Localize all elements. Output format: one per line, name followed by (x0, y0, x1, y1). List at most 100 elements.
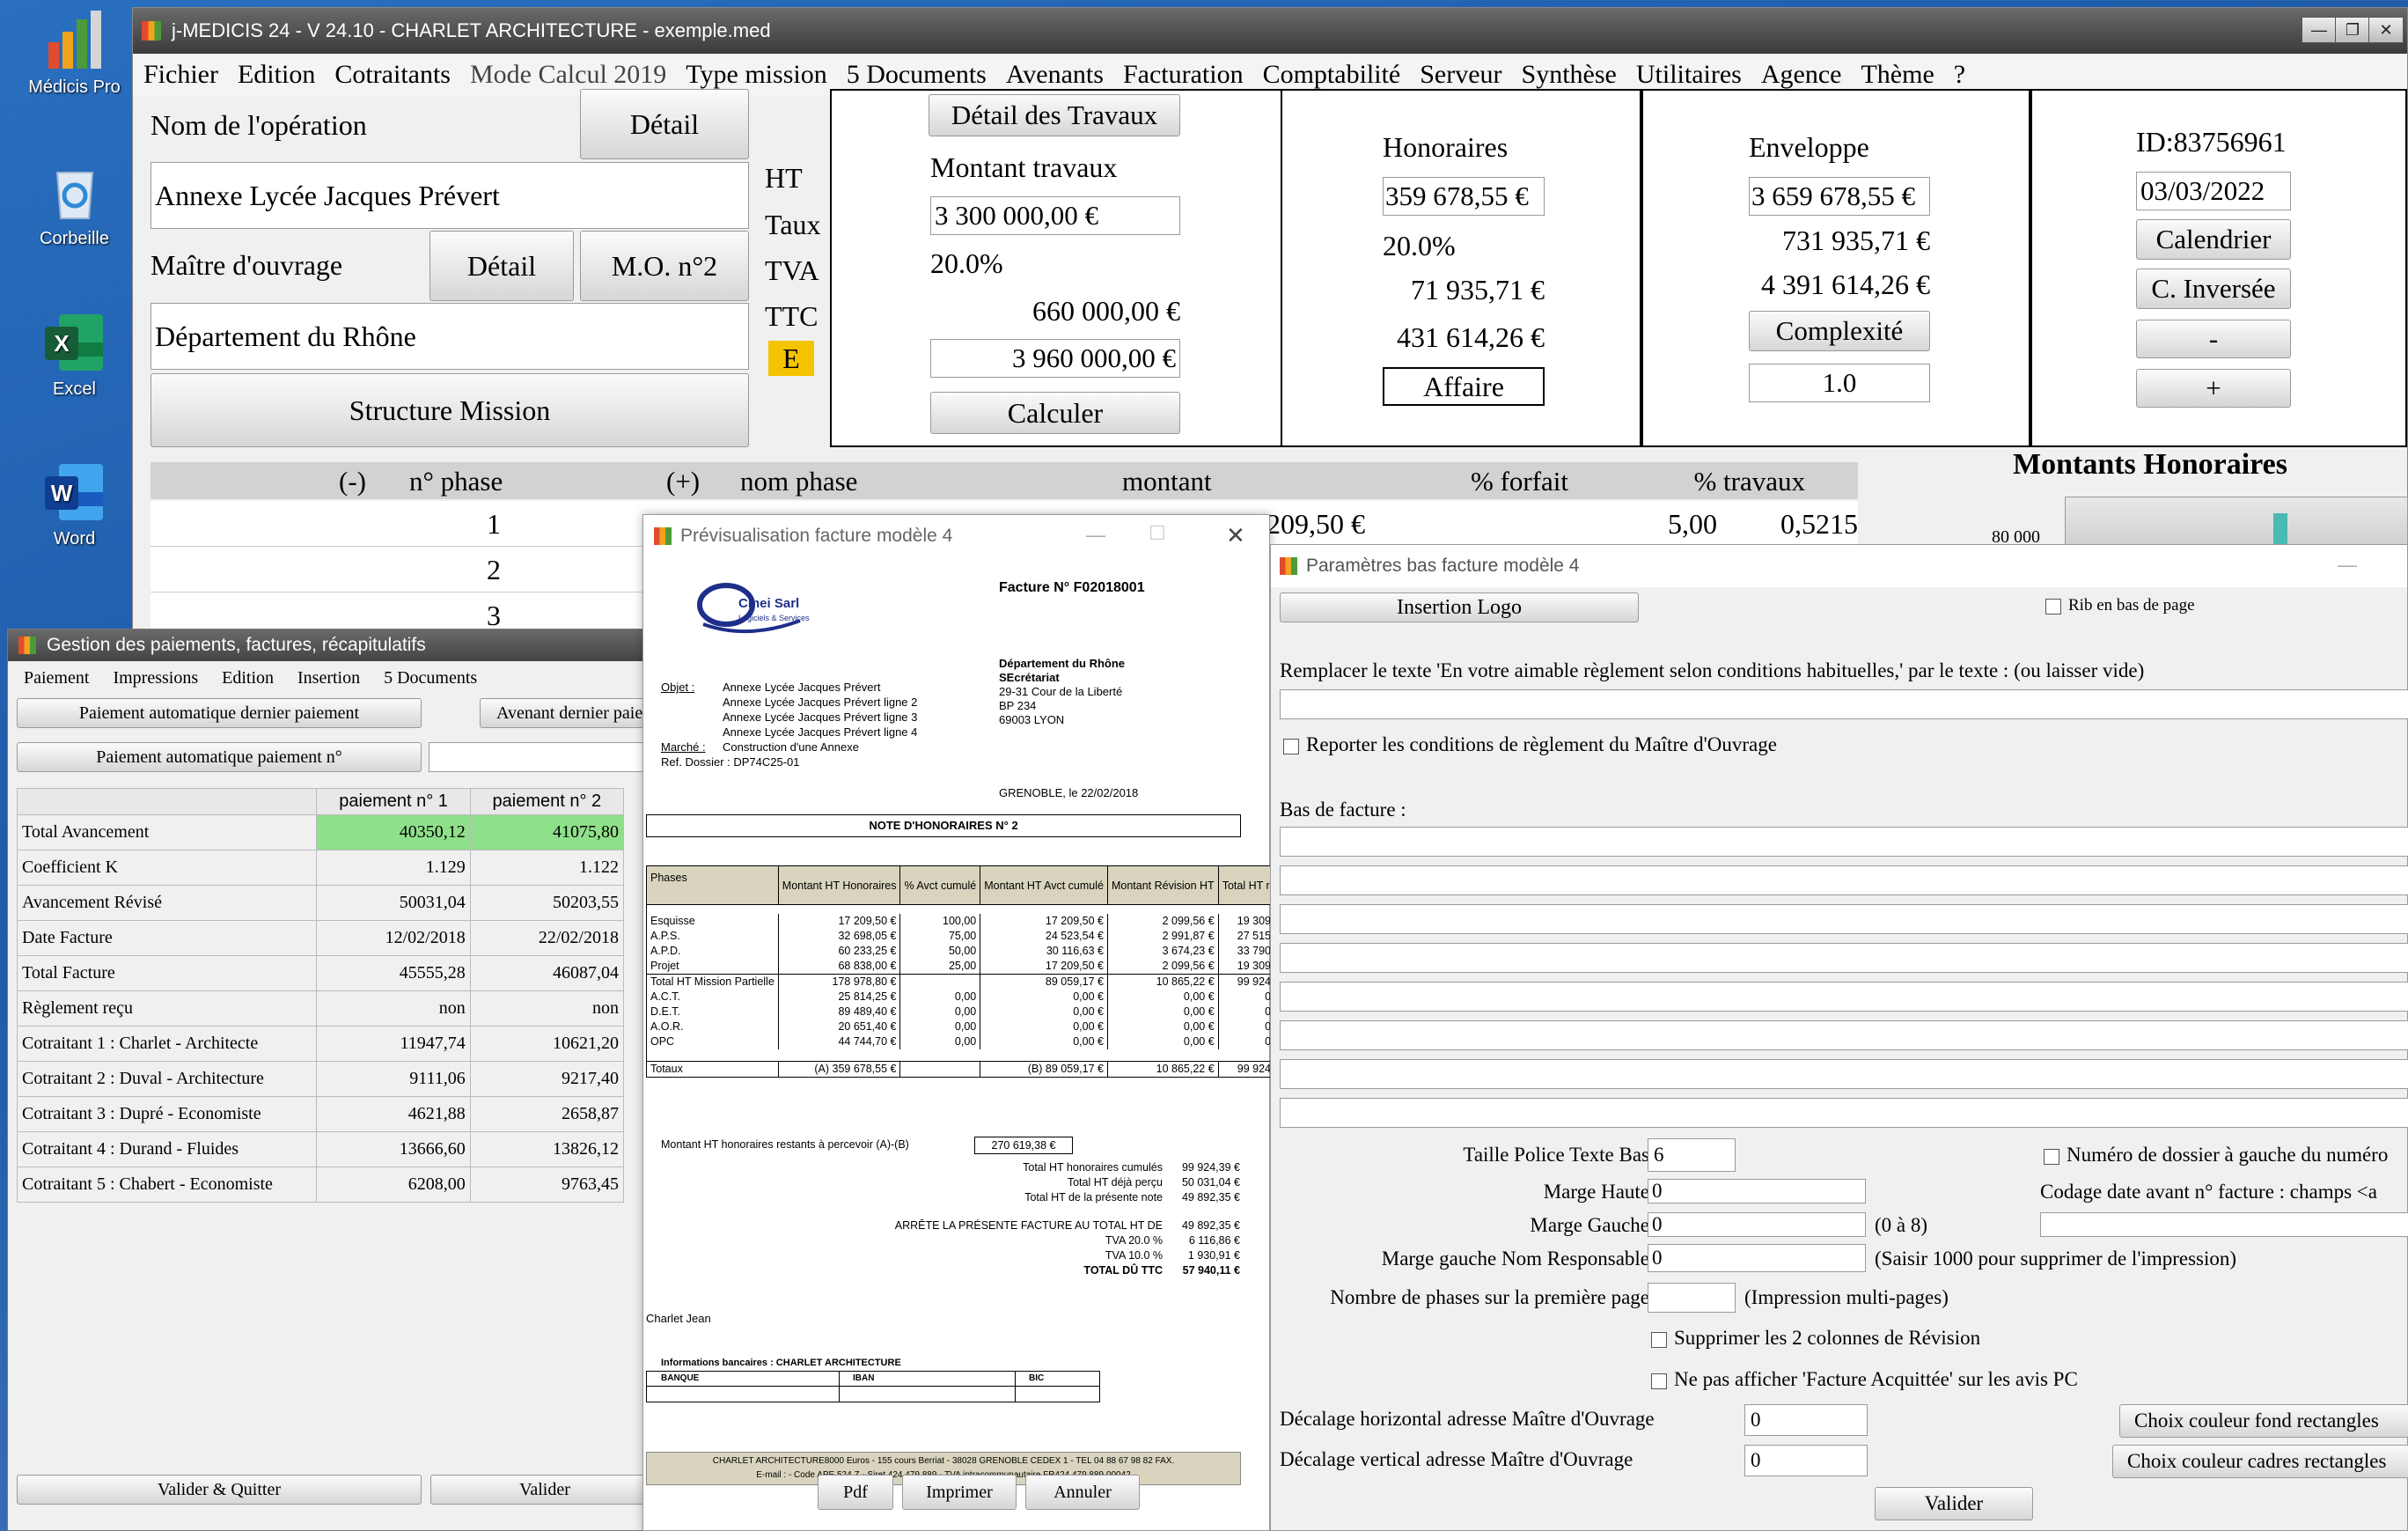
supprimer-checkbox-box[interactable] (1651, 1331, 1667, 1348)
close-button[interactable]: ✕ (2368, 17, 2404, 43)
table-row[interactable]: Règlement reçu non non (16, 990, 625, 1027)
cell[interactable]: 46087,04 (469, 955, 625, 991)
minimize-icon[interactable]: — (1086, 524, 1105, 547)
enveloppe-ht-field[interactable]: 3 659 678,55 € (1749, 177, 1930, 216)
menu-agence[interactable]: Agence (1761, 60, 1842, 90)
bas-facture-line-5[interactable] (1280, 982, 2408, 1012)
ne-pas-afficher-checkbox[interactable]: Ne pas afficher 'Facture Acquittée' sur … (1651, 1368, 2078, 1391)
phases-minus-header[interactable]: (-) (339, 466, 366, 497)
table-row[interactable]: Date Facture 12/02/2018 22/02/2018 (16, 920, 625, 956)
annuler-button[interactable]: Annuler (1025, 1475, 1140, 1510)
menu-utilitaires[interactable]: Utilitaires (1636, 60, 1742, 90)
desktop-icon-excel[interactable]: X Excel (19, 311, 129, 400)
calculer-button[interactable]: Calculer (930, 392, 1180, 434)
pdf-button[interactable]: Pdf (818, 1475, 893, 1510)
cell[interactable]: non (469, 990, 625, 1027)
cell[interactable]: 50203,55 (469, 885, 625, 921)
phases-plus-header[interactable]: (+) (666, 466, 700, 497)
bas-facture-line-3[interactable] (1280, 904, 2408, 934)
honoraires-ht-field[interactable]: 359 678,55 € (1383, 177, 1545, 216)
menu-comptabilite[interactable]: Comptabilité (1263, 60, 1401, 90)
minimize-button[interactable]: — (2302, 17, 2337, 43)
valider-quitter-button[interactable]: Valider & Quitter (17, 1475, 422, 1505)
bas-facture-line-1[interactable] (1280, 827, 2408, 857)
menu-documents[interactable]: 5 Documents (847, 60, 987, 90)
cell[interactable]: 45555,28 (316, 955, 471, 991)
bas-facture-line-7[interactable] (1280, 1059, 2408, 1089)
ne-pas-checkbox-box[interactable] (1651, 1373, 1667, 1389)
valider-button[interactable]: Valider (430, 1475, 659, 1505)
marge-gauche-input[interactable]: 0 (1648, 1212, 1866, 1237)
cell[interactable]: 13666,60 (316, 1131, 471, 1167)
bas-facture-line-6[interactable] (1280, 1020, 2408, 1050)
cell[interactable]: 1.122 (469, 850, 625, 886)
table-row[interactable]: Coefficient K 1.129 1.122 (16, 850, 625, 886)
menu-avenants[interactable]: Avenants (1006, 60, 1104, 90)
cell[interactable]: 6208,00 (316, 1167, 471, 1203)
auto-last-payment-button[interactable]: Paiement automatique dernier paiement (17, 698, 422, 728)
e-badge[interactable]: E (768, 341, 814, 376)
marge-haute-input[interactable]: 0 (1648, 1179, 1866, 1203)
complexite-field[interactable]: 1.0 (1749, 364, 1930, 402)
maximize-icon[interactable]: ☐ (1149, 522, 1166, 545)
menu-serveur[interactable]: Serveur (1420, 60, 1501, 90)
menu-help[interactable]: ? (1954, 60, 1965, 90)
structure-mission-button[interactable]: Structure Mission (150, 373, 749, 447)
replace-text-input[interactable] (1280, 689, 2408, 719)
decalage-v-input[interactable]: 0 (1744, 1445, 1868, 1476)
maximize-button[interactable]: ❐ (2335, 17, 2370, 43)
minus-button[interactable]: - (2136, 320, 2291, 358)
report-checkbox-box[interactable] (1283, 738, 1299, 754)
cell[interactable]: 13826,12 (469, 1131, 625, 1167)
menu-type-mission[interactable]: Type mission (686, 60, 826, 90)
couleur-fond-button[interactable]: Choix couleur fond rectangles (2119, 1404, 2408, 1438)
minimize-icon[interactable]: — (2338, 554, 2357, 577)
detail-travaux-button[interactable]: Détail des Travaux (929, 94, 1180, 136)
taille-police-input[interactable]: 6 (1648, 1138, 1736, 1172)
cell[interactable]: 11947,74 (316, 1026, 471, 1062)
menu-facturation[interactable]: Facturation (1123, 60, 1244, 90)
payment-n-input[interactable] (429, 742, 657, 772)
table-row[interactable]: Total Avancement 40350,12 41075,80 (16, 814, 625, 850)
numero-checkbox-box[interactable] (2044, 1148, 2059, 1165)
bas-facture-line-8[interactable] (1280, 1098, 2408, 1128)
menu-mode-calcul[interactable]: Mode Calcul 2019 (470, 60, 666, 90)
table-row[interactable]: Cotraitant 4 : Durand - Fluides 13666,60 1… (16, 1131, 625, 1167)
complexite-button[interactable]: Complexité (1749, 311, 1930, 351)
c-inversee-button[interactable]: C. Inversée (2136, 269, 2291, 309)
desktop-icon-recycle-bin[interactable]: Corbeille (19, 160, 129, 249)
nb-phases-input[interactable] (1648, 1283, 1736, 1313)
desktop-icon-word[interactable]: W Word (19, 460, 129, 549)
cell[interactable]: 50031,04 (316, 885, 471, 921)
bas-facture-line-2[interactable] (1280, 865, 2408, 895)
menu-edition[interactable]: Edition (238, 60, 315, 90)
date-field[interactable]: 03/03/2022 (2136, 172, 2291, 210)
bas-facture-line-4[interactable] (1280, 943, 2408, 973)
cell[interactable]: non (316, 990, 471, 1027)
table-row[interactable]: Cotraitant 5 : Chabert - Economiste 6208,… (16, 1167, 625, 1203)
cell[interactable]: 2658,87 (469, 1096, 625, 1132)
table-row[interactable]: Avancement Révisé 50031,04 50203,55 (16, 885, 625, 921)
menu-synthese[interactable]: Synthèse (1522, 60, 1617, 90)
table-row[interactable]: Cotraitant 2 : Duval - Architecture 9111,… (16, 1061, 625, 1097)
desktop-icon-medicis[interactable]: Médicis Pro (19, 9, 129, 98)
rib-checkbox[interactable]: Rib en bas de page (2045, 596, 2195, 615)
cell[interactable]: 10621,20 (469, 1026, 625, 1062)
column-header[interactable]: paiement n° 2 (469, 788, 625, 815)
menu-documents[interactable]: 5 Documents (384, 668, 477, 688)
report-conditions-checkbox[interactable]: Reporter les conditions de règlement du … (1283, 733, 1777, 756)
menu-fichier[interactable]: Fichier (143, 60, 218, 90)
moa-name-field[interactable]: Département du Rhône (150, 303, 749, 370)
cell[interactable]: 40350,12 (316, 814, 471, 850)
table-row[interactable]: Cotraitant 3 : Dupré - Economiste 4621,88… (16, 1096, 625, 1132)
calendrier-button[interactable]: Calendrier (2136, 219, 2291, 260)
marge-nom-input[interactable]: 0 (1648, 1244, 1866, 1272)
numero-dossier-checkbox[interactable]: Numéro de dossier à gauche du numéro (2044, 1144, 2388, 1167)
auto-payment-n-button[interactable]: Paiement automatique paiement n° (17, 742, 422, 772)
table-row[interactable]: Total Facture 45555,28 46087,04 (16, 955, 625, 991)
menu-paiement[interactable]: Paiement (24, 668, 89, 688)
cell[interactable]: 12/02/2018 (316, 920, 471, 956)
affaire-button[interactable]: Affaire (1383, 367, 1545, 406)
menu-edition[interactable]: Edition (222, 668, 274, 688)
menu-insertion[interactable]: Insertion (297, 668, 360, 688)
